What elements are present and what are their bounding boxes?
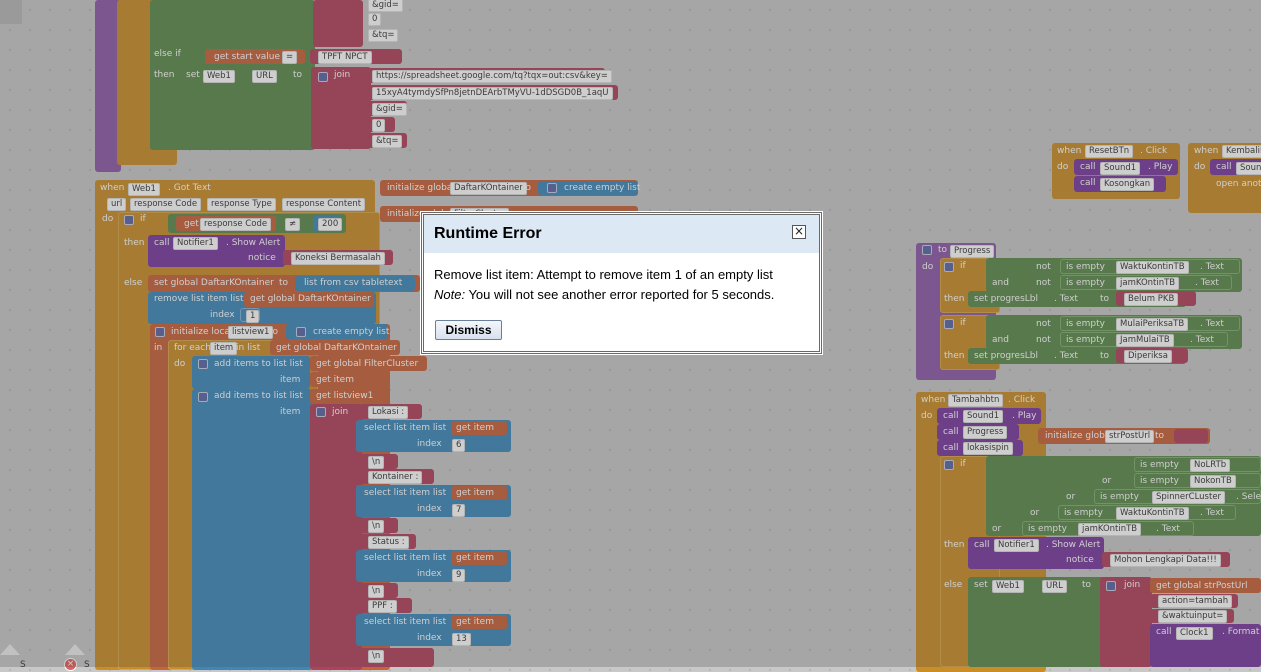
dialog-message: Remove list item: Attempt to remove item… bbox=[434, 267, 773, 282]
dialog-note: Note: You will not see another error rep… bbox=[434, 287, 774, 302]
close-icon[interactable]: × bbox=[792, 225, 806, 239]
runtime-error-dialog: Runtime Error × Remove list item: Attemp… bbox=[421, 212, 822, 354]
dismiss-button[interactable]: Dismiss bbox=[435, 320, 502, 340]
note-label: Note: bbox=[434, 287, 466, 302]
dialog-title: Runtime Error bbox=[424, 215, 819, 253]
note-text: You will not see another error reported … bbox=[465, 287, 775, 302]
